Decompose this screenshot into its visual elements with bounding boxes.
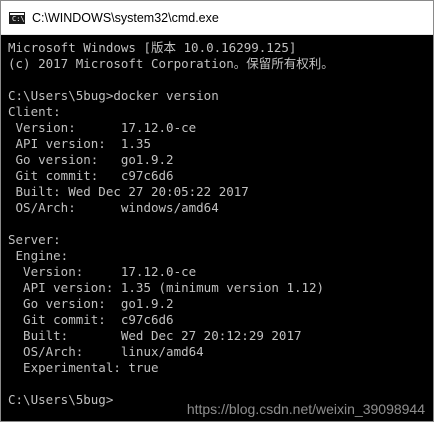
console-line: Version: 17.12.0-ce [8, 264, 197, 279]
console-line: OS/Arch: windows/amd64 [8, 200, 219, 215]
console-line: OS/Arch: linux/amd64 [8, 344, 204, 359]
console-line: (c) 2017 Microsoft Corporation。保留所有权利。 [8, 56, 334, 71]
cmd-console-icon: C:\ [9, 11, 25, 24]
console-line: Version: 17.12.0-ce [8, 120, 197, 135]
console-line: Built: Wed Dec 27 20:05:22 2017 [8, 184, 249, 199]
window-title: C:\WINDOWS\system32\cmd.exe [32, 10, 219, 25]
console-line: Built: Wed Dec 27 20:12:29 2017 [8, 328, 302, 343]
console-line: Go version: go1.9.2 [8, 296, 174, 311]
console-line: Microsoft Windows [版本 10.0.16299.125] [8, 40, 297, 55]
console-line: Client: [8, 104, 61, 119]
console-line: Engine: [8, 248, 69, 263]
console-line: C:\Users\5bug>docker version [8, 88, 219, 103]
console-line: Git commit: c97c6d6 [8, 168, 174, 183]
console-line: Git commit: c97c6d6 [8, 312, 174, 327]
console-output[interactable]: Microsoft Windows [版本 10.0.16299.125] (c… [1, 35, 433, 421]
console-line: API version: 1.35 (minimum version 1.12) [8, 280, 325, 295]
console-line: Go version: go1.9.2 [8, 152, 174, 167]
console-line: Server: [8, 232, 61, 247]
watermark-url: https://blog.csdn.net/weixin_39098944 [186, 401, 425, 417]
console-line: API version: 1.35 [8, 136, 151, 151]
title-bar[interactable]: C:\ C:\WINDOWS\system32\cmd.exe [1, 1, 433, 35]
console-line: Experimental: true [8, 360, 159, 375]
cmd-window: C:\ C:\WINDOWS\system32\cmd.exe Microsof… [0, 0, 434, 422]
